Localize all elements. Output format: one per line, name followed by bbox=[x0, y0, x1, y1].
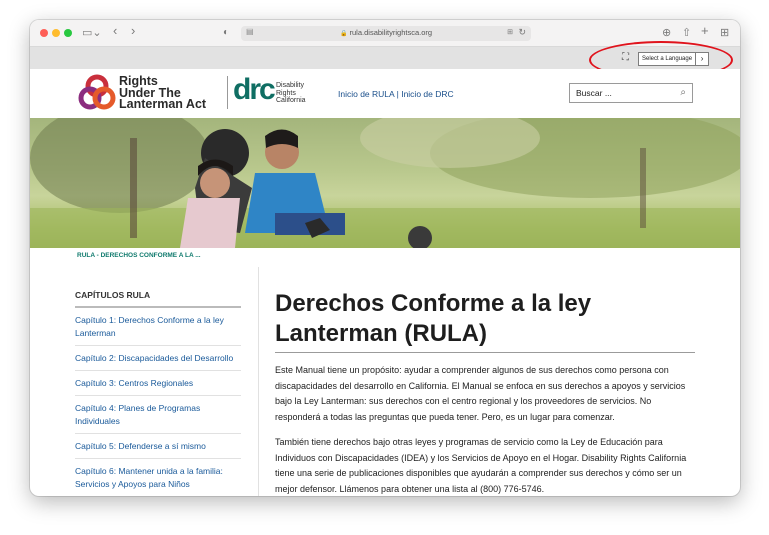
zoom-window-button[interactable] bbox=[64, 29, 72, 37]
nav-link-drc-home[interactable]: Inicio de DRC bbox=[401, 89, 453, 99]
browser-window: ▭⌄ ‹ › ◐ ▤ 🔒 rula.disabilityrightsca.org… bbox=[30, 20, 740, 496]
sidebar-item-chapter-2[interactable]: Capítulo 2: Discapacidades del Desarroll… bbox=[75, 346, 241, 371]
lock-icon: 🔒 bbox=[339, 31, 348, 37]
reload-icon[interactable]: ↻ bbox=[518, 27, 526, 38]
breadcrumb-current[interactable]: RULA - DERECHOS CONFORME A LA ... bbox=[77, 252, 201, 259]
sidebar-item-chapter-6[interactable]: Capítulo 6: Mantener unida a la familia:… bbox=[75, 459, 241, 496]
nav-separator: | bbox=[396, 89, 399, 99]
new-tab-icon[interactable]: + bbox=[701, 24, 709, 38]
column-divider bbox=[258, 267, 259, 496]
page-title: Derechos Conforme a la ley Lanterman (RU… bbox=[275, 289, 695, 353]
logo-divider bbox=[227, 76, 228, 109]
shield-icon[interactable]: ◐ bbox=[223, 26, 229, 40]
rights-paragraph: También tiene derechos bajo otras leyes … bbox=[275, 437, 687, 494]
breadcrumb: RULA - DERECHOS CONFORME A LA ... bbox=[30, 248, 740, 265]
minimize-window-button[interactable] bbox=[52, 29, 60, 37]
search-input[interactable]: Buscar ... ⌕ bbox=[569, 83, 693, 103]
site-header: Rights Under The Lanterman Act drc Disab… bbox=[30, 69, 740, 118]
back-icon[interactable]: ‹ bbox=[113, 24, 117, 38]
download-icon[interactable]: ⊕ bbox=[662, 26, 671, 40]
nav-link-rula-home[interactable]: Inicio de RULA bbox=[338, 89, 394, 99]
drc-logo-text: Disability Rights California bbox=[276, 82, 306, 105]
share-icon[interactable]: ⇧ bbox=[682, 26, 691, 40]
url-text: 🔒 rula.disabilityrightsca.org bbox=[241, 28, 531, 37]
drc-line: California bbox=[276, 97, 306, 104]
sidebar-item-chapter-4[interactable]: Capítulo 4: Planes de Programas Individu… bbox=[75, 396, 241, 434]
sidebar-item-chapter-1[interactable]: Capítulo 1: Derechos Conforme a la ley L… bbox=[75, 308, 241, 346]
address-bar[interactable]: ▤ 🔒 rula.disabilityrightsca.org ⊞ ↻ bbox=[241, 26, 531, 41]
logo-line: Lanterman Act bbox=[119, 97, 207, 111]
hero-image bbox=[30, 118, 740, 248]
rula-logo[interactable] bbox=[78, 74, 116, 112]
rula-logo-text: Rights Under The Lanterman Act bbox=[119, 75, 207, 111]
sidebar-item-chapter-5[interactable]: Capítulo 5: Defenderse a sí mismo bbox=[75, 434, 241, 459]
sidebar-toggle-icon[interactable]: ▭⌄ bbox=[82, 26, 102, 40]
drc-line: Disability bbox=[276, 82, 305, 89]
header-nav: Inicio de RULA | Inicio de DRC bbox=[338, 89, 454, 99]
intro-paragraph: Este Manual tiene un propósito: ayudar a… bbox=[275, 365, 686, 422]
drc-logo[interactable]: drc bbox=[233, 73, 276, 107]
forward-icon[interactable]: › bbox=[131, 24, 135, 38]
chapter-sidebar: CAPÍTULOS RULA Capítulo 1: Derechos Conf… bbox=[75, 290, 241, 496]
drc-line: Rights bbox=[276, 89, 296, 97]
sidebar-title: CAPÍTULOS RULA bbox=[75, 290, 241, 308]
translate-icon[interactable]: ⊞ bbox=[507, 28, 513, 36]
hero-photo bbox=[30, 118, 740, 248]
sidebar-item-chapter-3[interactable]: Capítulo 3: Centros Regionales bbox=[75, 371, 241, 396]
main-content: Derechos Conforme a la ley Lanterman (RU… bbox=[275, 289, 695, 496]
search-placeholder: Buscar ... bbox=[576, 88, 612, 98]
close-window-button[interactable] bbox=[40, 29, 48, 37]
tab-overview-icon[interactable]: ⊞ bbox=[720, 26, 729, 40]
search-icon[interactable]: ⌕ bbox=[680, 87, 686, 98]
url-label: rula.disabilityrightsca.org bbox=[349, 28, 433, 37]
